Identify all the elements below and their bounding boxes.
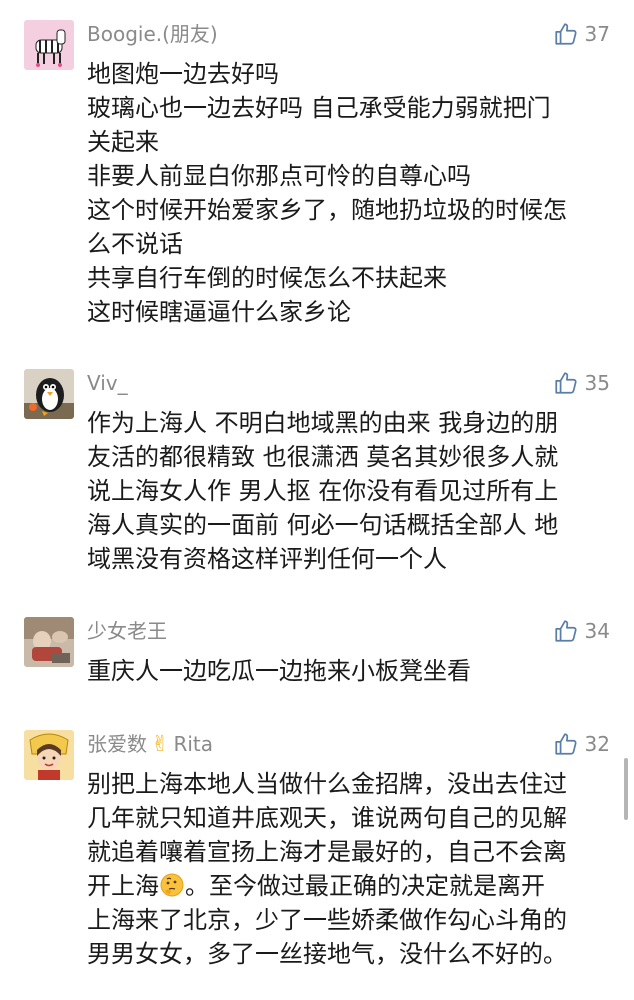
- comment-text: 重庆人一边吃瓜一边拖来小板凳坐看: [87, 654, 612, 688]
- comment-line: 地图炮一边去好吗: [87, 60, 279, 88]
- comment-line: 关起来: [87, 128, 159, 156]
- comment-author[interactable]: Viv_: [87, 369, 128, 397]
- comment-line: 么不说话: [87, 230, 183, 258]
- comment-line-part: 开上海: [87, 872, 159, 900]
- comment-text: 地图炮一边去好吗 玻璃心也一边去好吗 自己承受能力弱就把门 关起来 非要人前显白…: [87, 57, 612, 329]
- comment-line: 域黑没有资格这样评判任何一个人: [87, 545, 447, 573]
- comment-line: 玻璃心也一边去好吗 自己承受能力弱就把门: [87, 94, 551, 122]
- scrollbar-thumb[interactable]: [624, 758, 628, 820]
- comment-author[interactable]: 张爱数 ✌ Rita: [87, 730, 213, 759]
- comment-line: 上海来了北京，少了一些娇柔做作勾心斗角的: [87, 906, 567, 934]
- victory-hand-emoji: ✌: [151, 732, 170, 757]
- comment-line: 开上海 。至今做过最正确的决定就是离开: [87, 869, 612, 903]
- comment-line: 这时候瞎逼逼什么家乡论: [87, 298, 351, 326]
- comment-line-part: 。至今做过最正确的决定就是离开: [185, 872, 545, 900]
- comment-line: 男男女女，多了一丝接地气，没什么不好的。: [87, 940, 567, 968]
- comment-line: 这个时候开始爱家乡了，随地扔垃圾的时候怎: [87, 196, 567, 224]
- penguin-avatar-icon[interactable]: [24, 369, 74, 419]
- like-button[interactable]: 37: [553, 20, 610, 48]
- author-name-suffix: Rita: [173, 732, 213, 756]
- comment-line: 就追着嚷着宣扬上海才是最好的，自己不会离: [87, 838, 567, 866]
- comment-line: 作为上海人 不明白地域黑的由来 我身边的朋: [87, 409, 559, 437]
- comment-author[interactable]: Boogie.(朋友): [87, 20, 218, 48]
- thumbs-up-icon: [554, 733, 577, 755]
- photo-avatar-icon[interactable]: [24, 617, 74, 667]
- comment-line: 友活的都很精致 也很潇洒 莫名其妙很多人就: [87, 443, 559, 471]
- comment-text: 别把上海本地人当做什么金招牌，没出去住过 几年就只知道井底观天，谁说两句自己的见…: [87, 767, 612, 971]
- comment-line: 共享自行车倒的时候怎么不扶起来: [87, 264, 447, 292]
- zebra-avatar-icon[interactable]: [24, 20, 74, 70]
- like-count: 35: [584, 371, 610, 395]
- like-count: 34: [584, 619, 610, 643]
- comment-line: 非要人前显白你那点可怜的自尊心吗: [87, 162, 471, 190]
- thumbs-up-icon: [554, 372, 577, 394]
- thinking-face-emoji: [160, 873, 184, 897]
- like-count: 32: [584, 732, 610, 756]
- comment-author[interactable]: 少女老王: [87, 617, 167, 645]
- comment-text: 作为上海人 不明白地域黑的由来 我身边的朋 友活的都很精致 也很潇洒 莫名其妙很…: [87, 406, 612, 576]
- comment-line: 说上海女人作 男人抠 在你没有看见过所有上: [87, 477, 559, 505]
- thumbs-up-icon: [554, 23, 577, 45]
- comment-line: 重庆人一边吃瓜一边拖来小板凳坐看: [87, 657, 471, 685]
- thumbs-up-icon: [554, 620, 577, 642]
- cartoon-girl-avatar-icon[interactable]: [24, 730, 74, 780]
- like-button[interactable]: 35: [553, 369, 610, 397]
- like-count: 37: [584, 22, 610, 46]
- like-button[interactable]: 32: [553, 730, 610, 758]
- like-button[interactable]: 34: [553, 617, 610, 645]
- comment-line: 别把上海本地人当做什么金招牌，没出去住过: [87, 770, 567, 798]
- author-name-prefix: 张爱数: [87, 732, 147, 756]
- comment-line: 几年就只知道井底观天，谁说两句自己的见解: [87, 804, 567, 832]
- comment-line: 海人真实的一面前 何必一句话概括全部人 地: [87, 511, 559, 539]
